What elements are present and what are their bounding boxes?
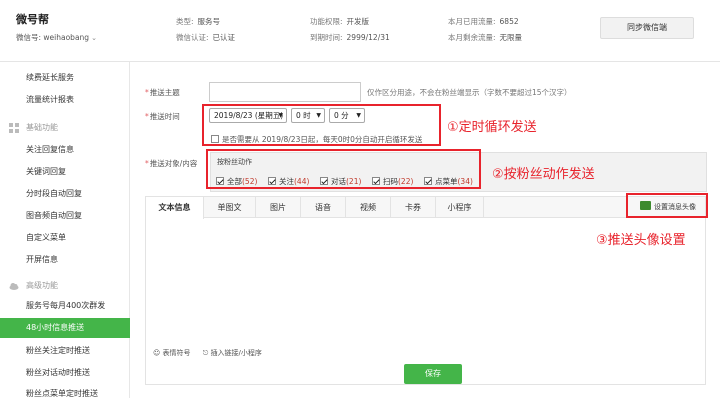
sidebar-item-monthly-broadcast[interactable]: 服务号每月400次群发: [0, 296, 130, 316]
tab-mini-program[interactable]: 小程序: [436, 197, 484, 218]
sidebar-item-media-reply[interactable]: 图音频自动回复: [0, 206, 130, 226]
sidebar-item-splash[interactable]: 开屏信息: [0, 250, 130, 270]
account-switcher[interactable]: 微信号: weihaobang ⌄: [16, 32, 97, 43]
tab-coupon[interactable]: 卡券: [391, 197, 436, 218]
account-type: 类型: 服务号: [176, 17, 221, 26]
verify-status: 微信认证: 已认证: [176, 33, 236, 42]
grid-icon: [9, 123, 19, 133]
sidebar-item-timed-reply[interactable]: 分时段自动回复: [0, 184, 130, 204]
flow-remaining: 本月剩余流量: 无限量: [448, 33, 523, 42]
target-label: *推送对象/内容: [145, 159, 198, 168]
topic-input[interactable]: [209, 82, 361, 102]
expire-date: 到期时间: 2999/12/31: [310, 33, 390, 42]
annotation-fan-action: ②按粉丝动作发送: [492, 167, 595, 182]
annotation-box-fan-action: [206, 149, 481, 189]
sidebar-item-flow-report[interactable]: 流量统计报表: [0, 90, 130, 110]
sidebar-group-advanced: 高级功能: [0, 276, 130, 296]
chevron-down-icon: ⌄: [91, 34, 97, 42]
tab-video[interactable]: 视频: [346, 197, 391, 218]
tab-text[interactable]: 文本信息: [146, 197, 204, 219]
save-button[interactable]: 保存: [404, 364, 462, 384]
brand-title: 微号帮: [16, 13, 49, 26]
sidebar-item-custom-menu[interactable]: 自定义菜单: [0, 228, 130, 248]
tab-image[interactable]: 图片: [256, 197, 301, 218]
main-content: *推送主题 仅作区分用途，不会在粉丝端显示（字数不要超过15个汉字） *推送时间…: [131, 62, 720, 398]
flow-used: 本月已用流量: 6852: [448, 17, 519, 26]
top-header: 微号帮 微信号: weihaobang ⌄ 类型: 服务号 微信认证: 已认证 功能权…: [0, 0, 720, 62]
message-editor: 文本信息 单图文 图片 语音 视频 卡券 小程序 设置消息头像 ☺ 表情符号 ⎋…: [145, 196, 706, 385]
link-icon: ⎋: [202, 349, 209, 357]
sidebar: 续费延长服务 流量统计报表 基础功能 关注回复信息 关键词回复 分时段自动回复 …: [0, 62, 130, 398]
permission-level: 功能权限: 开发版: [310, 17, 370, 26]
wx-id-text: 微信号: weihaobang: [16, 33, 90, 42]
sidebar-item-menu-timed-push[interactable]: 粉丝点菜单定时推送: [0, 384, 130, 404]
tab-single-article[interactable]: 单图文: [204, 197, 256, 218]
sync-wechat-button[interactable]: 同步微信端: [600, 17, 694, 39]
sidebar-item-follow-reply[interactable]: 关注回复信息: [0, 140, 130, 160]
sidebar-item-follow-timed-push[interactable]: 粉丝关注定时推送: [0, 341, 130, 361]
smiley-icon: ☺: [153, 349, 161, 357]
topic-label: *推送主题: [145, 88, 180, 97]
sidebar-item-48h-push[interactable]: 48小时信息推送: [0, 318, 130, 338]
annotation-box-avatar: [626, 193, 708, 218]
insert-link-button[interactable]: ⎋ 插入链接/小程序: [203, 349, 262, 357]
topic-hint: 仅作区分用途，不会在粉丝端显示（字数不要超过15个汉字）: [367, 88, 572, 97]
sidebar-item-keyword-reply[interactable]: 关键词回复: [0, 162, 130, 182]
annotation-schedule: ①定时循环发送: [447, 120, 537, 135]
sidebar-group-basic: 基础功能: [0, 118, 130, 138]
annotation-box-schedule: [202, 104, 441, 146]
sidebar-item-chat-timed-push[interactable]: 粉丝对话动时推送: [0, 363, 130, 383]
sidebar-group-label: 高级功能: [26, 281, 58, 290]
editor-footer: ☺ 表情符号 ⎋ 插入链接/小程序: [153, 348, 262, 358]
sidebar-item-renew[interactable]: 续费延长服务: [0, 68, 130, 88]
annotation-avatar: ③推送头像设置: [596, 233, 686, 248]
tab-voice[interactable]: 语音: [301, 197, 346, 218]
emoji-button[interactable]: ☺ 表情符号: [153, 349, 191, 357]
sidebar-group-label: 基础功能: [26, 123, 58, 132]
time-label: *推送时间: [145, 112, 180, 121]
content-tabs: 文本信息 单图文 图片 语音 视频 卡券 小程序 设置消息头像: [146, 197, 705, 219]
cloud-icon: [9, 283, 19, 290]
